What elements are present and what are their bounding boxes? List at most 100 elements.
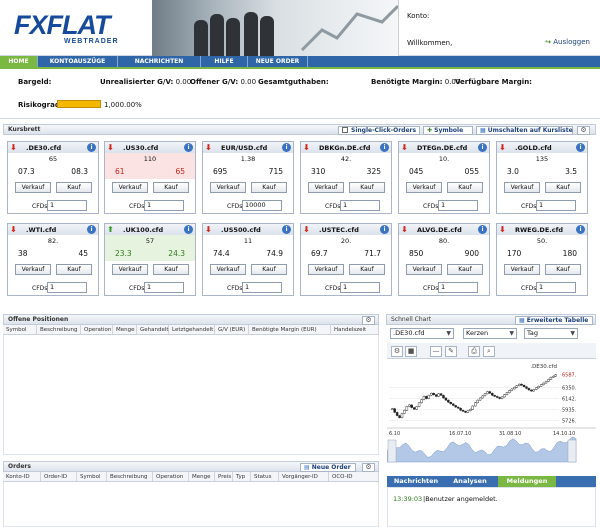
cfds-input[interactable]: 1 [47,200,87,211]
tab-analysen[interactable]: Analysen [444,476,496,487]
column-header[interactable]: Gehandelt [137,325,169,334]
column-header[interactable]: OCO-ID [329,472,379,481]
verkauf-button[interactable]: Verkauf [210,182,246,193]
verkauf-button[interactable]: Verkauf [112,182,148,193]
info-icon[interactable]: i [87,225,96,234]
column-header[interactable]: Letztgehandelt [169,325,215,334]
cfds-input[interactable]: 10000 [242,200,282,211]
column-header[interactable]: Beschreibung [107,472,153,481]
logout-link[interactable]: ↪ Ausloggen [545,38,590,46]
verkauf-button[interactable]: Verkauf [210,264,246,275]
column-header[interactable]: Beschreibung [37,325,81,334]
chart-color-icon[interactable]: ■ [405,346,417,357]
tab-meldungen[interactable]: Meldungen [498,476,556,487]
single-click-orders-toggle[interactable]: Single-Click-Orders [338,126,420,135]
umschalten-kursliste-button[interactable]: ▦ Umschalten auf Kursliste [476,126,573,135]
chart-settings-icon[interactable]: ⚙ [391,346,403,357]
symbole-button[interactable]: ✚ Symbole [423,126,473,135]
cfds-input[interactable]: 1 [144,200,184,211]
chart-line-tool-icon[interactable]: — [430,346,442,357]
quote-tile: ⬇ DTEGn.DE.cfd i 10. 045 055 Verkauf Kauf CFDs 1 [398,141,490,214]
cfds-input[interactable]: 1 [47,282,87,293]
column-header[interactable]: Operation [81,325,113,334]
kauf-button[interactable]: Kauf [545,264,581,275]
verkauf-button[interactable]: Verkauf [406,182,442,193]
table-icon: ▦ [480,127,486,134]
verkauf-button[interactable]: Verkauf [15,264,51,275]
verkauf-button[interactable]: Verkauf [308,182,344,193]
verkauf-button[interactable]: Verkauf [112,264,148,275]
info-icon[interactable]: i [184,143,193,152]
nav-kontoauszuege[interactable]: KONTOAUSZÜGE [38,56,118,67]
column-header[interactable]: Operation [153,472,189,481]
nav-home[interactable]: HOME [0,56,38,67]
neue-order-button[interactable]: ▤ Neue Order [300,463,356,472]
column-header[interactable]: Menge [189,472,215,481]
nav-neue-order[interactable]: NEUE ORDER [248,56,308,67]
verkauf-button[interactable]: Verkauf [308,264,344,275]
tab-nachrichten[interactable]: Nachrichten [390,476,442,487]
info-icon[interactable]: i [380,225,389,234]
info-icon[interactable]: i [380,143,389,152]
kauf-button[interactable]: Kauf [56,182,92,193]
kauf-button[interactable]: Kauf [153,264,189,275]
cfds-input[interactable]: 1 [438,200,478,211]
kauf-button[interactable]: Kauf [349,182,385,193]
chart-symbol-select[interactable]: .DE30.cfd ▼ [390,328,454,339]
cfds-input[interactable]: 1 [340,200,380,211]
kauf-button[interactable]: Kauf [56,264,92,275]
cfds-input[interactable]: 1 [536,200,576,211]
offene-settings-icon[interactable]: ⚙ [362,316,375,325]
verkauf-button[interactable]: Verkauf [504,264,540,275]
cfds-input[interactable]: 1 [438,282,478,293]
chart-print-icon[interactable]: ⎙ [468,346,480,357]
symbole-label: Symbole [434,127,464,134]
column-header[interactable]: Menge [113,325,137,334]
column-header[interactable]: Vorgänger-ID [279,472,329,481]
chart-zoom-icon[interactable]: ⌕ [483,346,495,357]
info-icon[interactable]: i [576,225,585,234]
main-nav: HOME KONTOAUSZÜGE NACHRICHTEN HILFE NEUE… [0,56,600,67]
kauf-button[interactable]: Kauf [447,182,483,193]
kauf-button[interactable]: Kauf [545,182,581,193]
info-icon[interactable]: i [87,143,96,152]
cfds-input[interactable]: 1 [340,282,380,293]
info-icon[interactable]: i [282,143,291,152]
kauf-button[interactable]: Kauf [251,182,287,193]
info-icon[interactable]: i [478,225,487,234]
info-icon[interactable]: i [478,143,487,152]
column-header[interactable]: Order-ID [41,472,77,481]
kauf-button[interactable]: Kauf [349,264,385,275]
verkauf-button[interactable]: Verkauf [15,182,51,193]
info-icon[interactable]: i [282,225,291,234]
verkauf-button[interactable]: Verkauf [504,182,540,193]
column-header[interactable]: Symbol [77,472,107,481]
kursbrett-settings-icon[interactable]: ⚙ [577,126,590,135]
chart-period-select[interactable]: Tag ▼ [524,328,578,339]
column-header[interactable]: Konto-ID [3,472,41,481]
cfds-label: CFDs [423,203,439,210]
kursbrett-header: Kursbrett Single-Click-Orders ✚ Symbole … [3,124,596,135]
kauf-button[interactable]: Kauf [251,264,287,275]
column-header[interactable]: Handelszeit [331,325,379,334]
column-header[interactable]: Benötigte Margin (EUR) [249,325,331,334]
info-icon[interactable]: i [576,143,585,152]
column-header[interactable]: G/V (EUR) [215,325,249,334]
column-header[interactable]: Symbol [3,325,37,334]
kauf-button[interactable]: Kauf [153,182,189,193]
column-header[interactable]: Typ [233,472,251,481]
chart-type-select[interactable]: Kerzen ▼ [463,328,517,339]
column-header[interactable]: Status [251,472,279,481]
cfds-input[interactable]: 1 [144,282,184,293]
erweiterte-tabelle-button[interactable]: ▦ Erweiterte Tabelle [515,316,593,325]
column-header[interactable]: Preis [215,472,233,481]
nav-hilfe[interactable]: HILFE [201,56,248,67]
info-icon[interactable]: i [184,225,193,234]
verkauf-button[interactable]: Verkauf [406,264,442,275]
orders-settings-icon[interactable]: ⚙ [362,463,375,472]
kauf-button[interactable]: Kauf [447,264,483,275]
cfds-input[interactable]: 1 [242,282,282,293]
chart-draw-tool-icon[interactable]: ✎ [445,346,457,357]
cfds-input[interactable]: 1 [536,282,576,293]
nav-nachrichten[interactable]: NACHRICHTEN [118,56,201,67]
